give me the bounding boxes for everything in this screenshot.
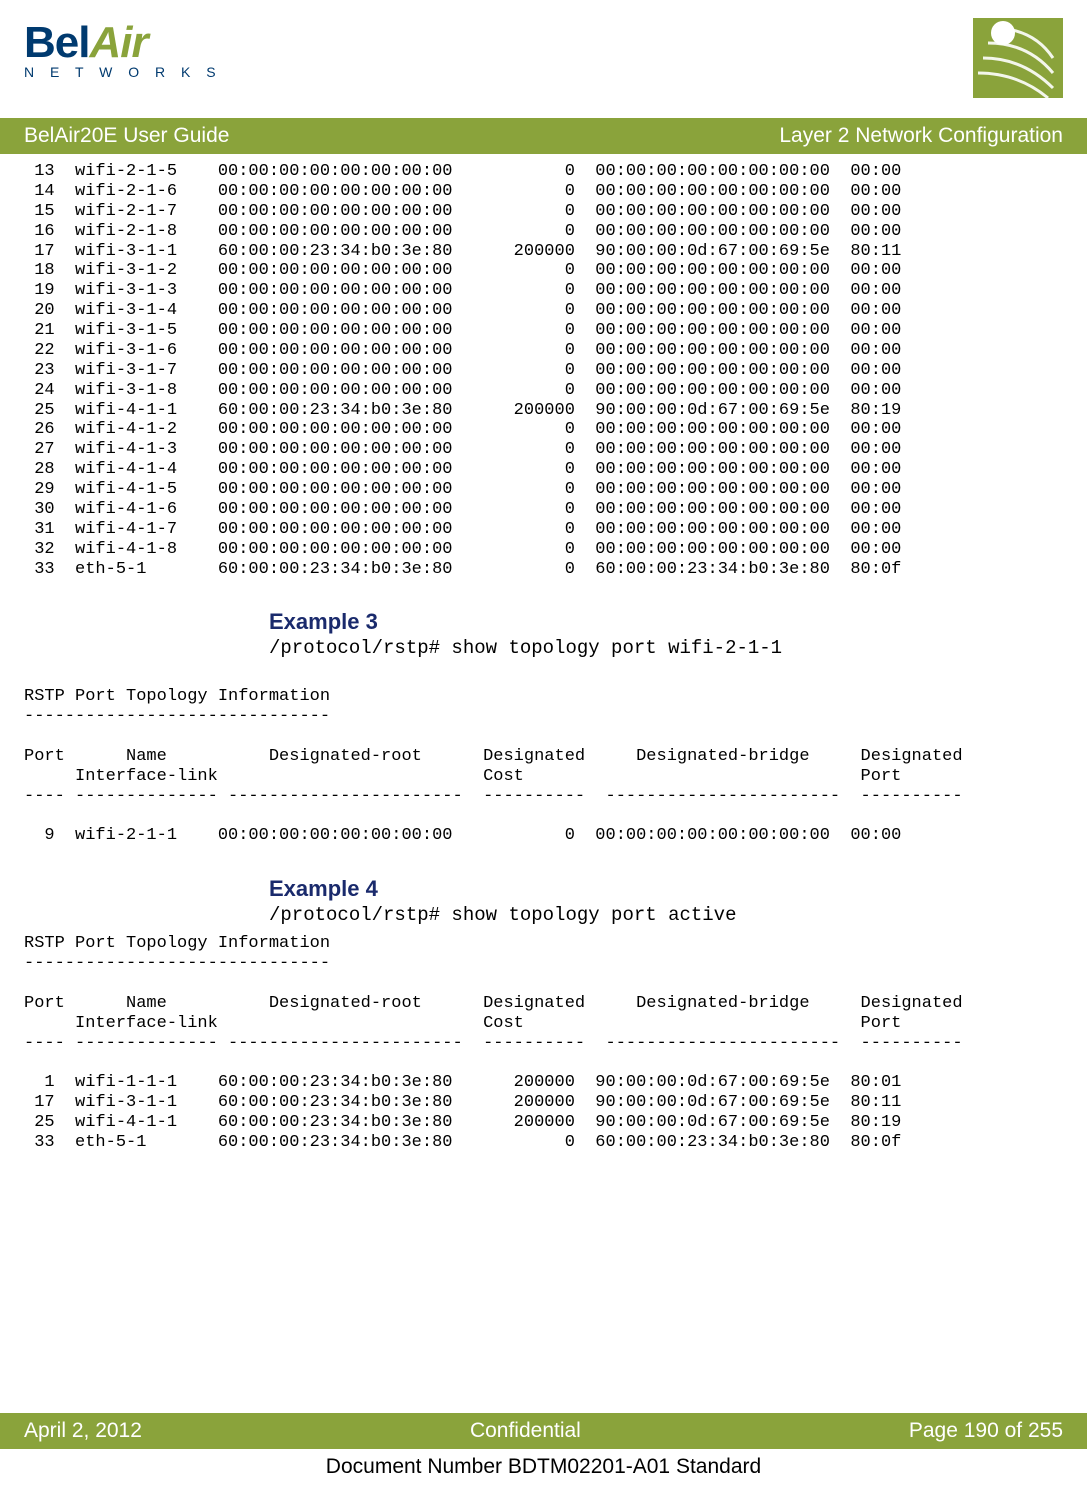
footer-page: Page 190 of 255 (909, 1419, 1063, 1443)
brand-subtitle: N E T W O R K S (24, 64, 222, 80)
brand-part1: Bel (24, 18, 89, 67)
example3-heading: Example 3 (269, 609, 1063, 635)
example3-command: /protocol/rstp# show topology port wifi-… (269, 637, 1063, 659)
document-number: Document Number BDTM02201-A01 Standard (24, 1455, 1063, 1479)
top-bar: BelAir N E T W O R K S (24, 18, 1063, 118)
example4-heading: Example 4 (269, 876, 1063, 902)
example4-output: RSTP Port Topology Information ---------… (24, 934, 1063, 1153)
topology-table-continuation: 13 wifi-2-1-5 00:00:00:00:00:00:00:00 0 … (24, 162, 1063, 579)
example3-output: RSTP Port Topology Information ---------… (24, 667, 1063, 846)
section-title: Layer 2 Network Configuration (779, 124, 1063, 148)
doc-title: BelAir20E User Guide (24, 124, 229, 148)
footer-band: April 2, 2012 Confidential Page 190 of 2… (0, 1413, 1087, 1449)
footer-confidential: Confidential (470, 1419, 581, 1443)
footer-date: April 2, 2012 (24, 1419, 142, 1443)
example4-command: /protocol/rstp# show topology port activ… (269, 904, 1063, 926)
brand-logo: BelAir N E T W O R K S (24, 18, 222, 80)
title-band: BelAir20E User Guide Layer 2 Network Con… (0, 118, 1087, 154)
corner-leaf-icon (973, 18, 1063, 98)
brand-part2: Air (89, 18, 147, 67)
